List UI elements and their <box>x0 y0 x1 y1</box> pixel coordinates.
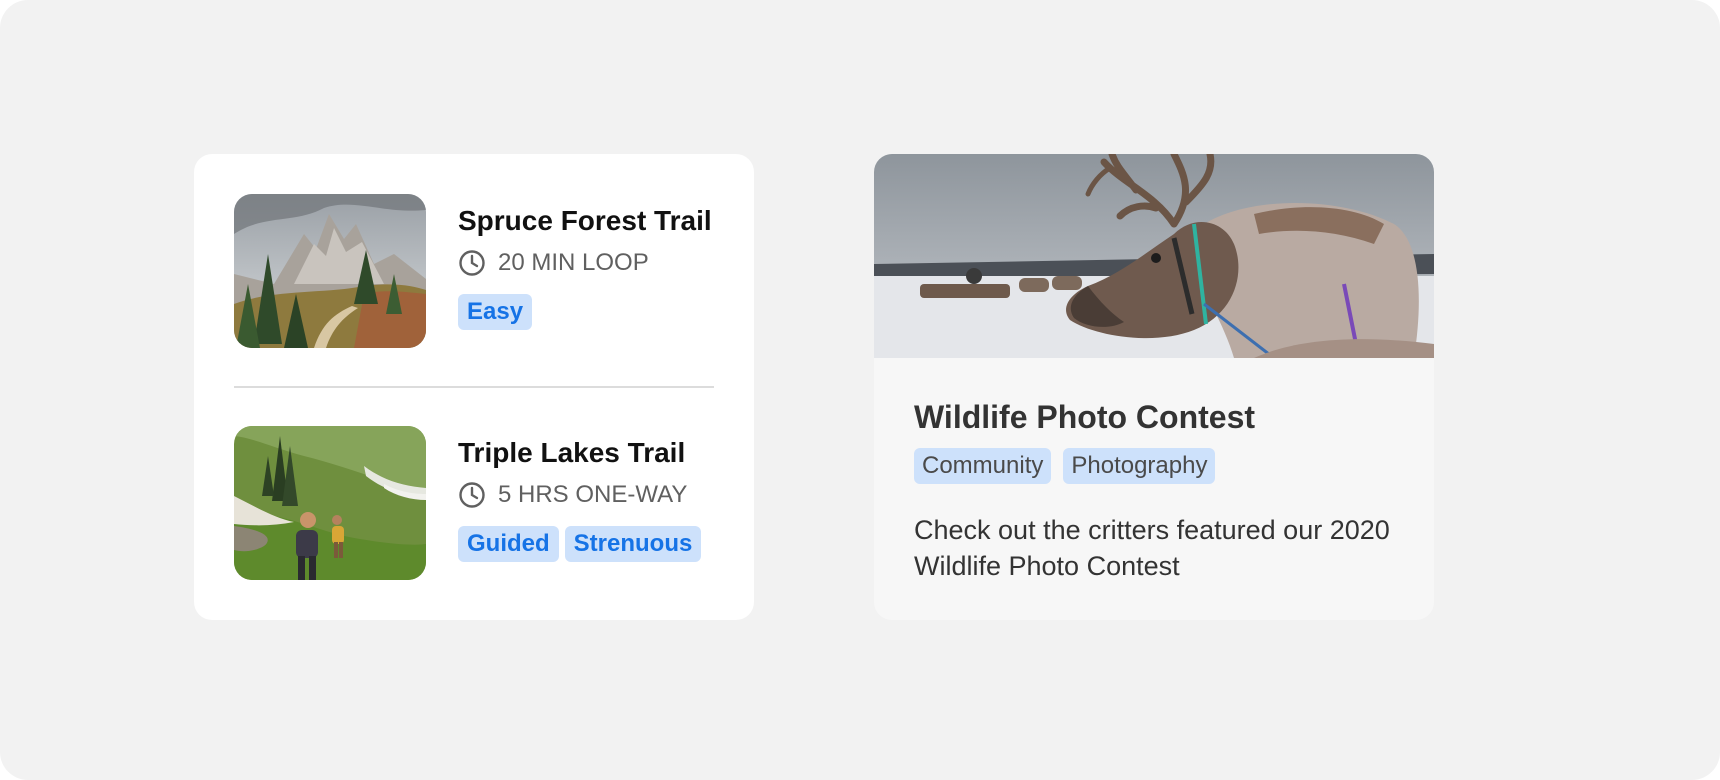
clock-icon <box>459 482 485 508</box>
mountain-forest-photo[interactable] <box>234 194 426 348</box>
trail-info: Spruce Forest Trail 20 MIN LOOP Easy <box>458 194 728 330</box>
clock-icon <box>459 250 485 276</box>
trail-list-card: Spruce Forest Trail 20 MIN LOOP Easy Tri… <box>194 154 754 620</box>
trail-tags: Guided Strenuous <box>458 526 728 562</box>
event-card[interactable]: Wildlife Photo Contest Community Photogr… <box>874 154 1434 620</box>
trail-info: Triple Lakes Trail 5 HRS ONE-WAY Guided … <box>458 426 728 562</box>
tag-easy[interactable]: Easy <box>458 294 533 330</box>
trail-title[interactable]: Triple Lakes Trail <box>458 436 728 470</box>
tag-photography[interactable]: Photography <box>1063 448 1216 484</box>
event-description: Check out the critters featured our 2020… <box>914 515 1390 581</box>
tag-community[interactable]: Community <box>914 448 1052 484</box>
duration-text: 20 MIN LOOP <box>498 249 649 276</box>
duration-text: 5 HRS ONE-WAY <box>498 481 688 508</box>
event-title[interactable]: Wildlife Photo Contest <box>914 398 1255 436</box>
tag-strenuous[interactable]: Strenuous <box>564 526 702 562</box>
list-divider <box>234 386 714 388</box>
event-tags: Community Photography <box>914 448 1216 484</box>
tag-guided[interactable]: Guided <box>458 526 559 562</box>
trail-tags: Easy <box>458 294 728 330</box>
reindeer-photo[interactable] <box>874 154 1434 358</box>
trail-title[interactable]: Spruce Forest Trail <box>458 204 728 238</box>
trail-duration: 5 HRS ONE-WAY <box>458 480 728 510</box>
trail-item-spruce-forest[interactable]: Spruce Forest Trail 20 MIN LOOP Easy <box>234 194 716 348</box>
hikers-meadow-photo[interactable] <box>234 426 426 580</box>
trail-item-triple-lakes[interactable]: Triple Lakes Trail 5 HRS ONE-WAY Guided … <box>234 426 716 580</box>
page-background: Spruce Forest Trail 20 MIN LOOP Easy Tri… <box>0 0 1720 780</box>
trail-duration: 20 MIN LOOP <box>458 248 728 278</box>
